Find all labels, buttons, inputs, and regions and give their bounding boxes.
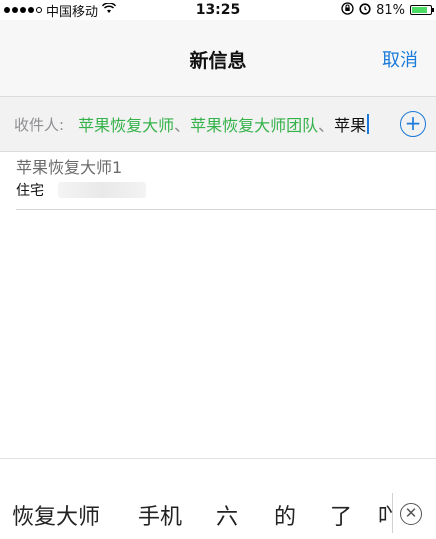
recipient-separator: 、 [318, 116, 335, 135]
nav-bar: 新信息 取消 [0, 20, 436, 96]
suggestion-divider [16, 209, 436, 210]
redacted-number [58, 182, 146, 198]
status-bar: 中国移动 13:25 81% [0, 0, 436, 20]
recipient-list[interactable]: 苹果恢复大师 、 苹果恢复大师团队 、 苹果 [78, 112, 370, 136]
cancel-button[interactable]: 取消 [382, 46, 418, 72]
suggestion-detail: 住宅 [16, 180, 436, 200]
recipient-field[interactable]: 收件人: 苹果恢复大师 、 苹果恢复大师团队 、 苹果 + [0, 96, 436, 152]
carrier-label: 中国移动 [46, 4, 99, 20]
candidate-word[interactable]: 手机 [138, 499, 182, 531]
alarm-icon [359, 2, 371, 19]
suggestion-name: 苹果恢复大师1 [16, 158, 123, 177]
recipient-separator: 、 [174, 116, 191, 135]
battery-icon [410, 5, 434, 15]
rotation-lock-icon [341, 1, 354, 19]
contact-suggestion[interactable]: 苹果恢复大师1 住宅 [16, 158, 436, 200]
signal-icon [4, 7, 42, 13]
clear-x-icon: ✕ [404, 504, 418, 522]
text-cursor [367, 114, 370, 134]
status-right: 81% [341, 0, 434, 20]
signal-dot [20, 7, 26, 13]
recipient-input-text[interactable]: 苹果 [334, 112, 366, 136]
recipient-token[interactable]: 苹果恢复大师 [78, 112, 174, 136]
signal-dot [12, 7, 18, 13]
wifi-icon [101, 1, 117, 18]
recipient-token[interactable]: 苹果恢复大师团队 [190, 112, 318, 136]
candidate-word[interactable]: 了 [330, 499, 352, 531]
clear-candidates-button[interactable]: ✕ [400, 503, 422, 525]
candidate-word[interactable]: 恢复大师 [12, 499, 100, 531]
candidate-divider [392, 493, 393, 533]
ime-candidate-bar: 恢复大师 手机 六 的 了 吖 ✕ [0, 458, 436, 539]
candidate-word[interactable]: 六 [216, 499, 238, 531]
status-left: 中国移动 [4, 1, 117, 20]
page-title: 新信息 [189, 50, 247, 72]
battery-percent: 81% [376, 2, 405, 18]
plus-circle-icon: + [404, 111, 422, 135]
suggestion-type: 住宅 [16, 183, 44, 199]
battery-level [412, 7, 427, 13]
candidate-word[interactable]: 吖 [378, 499, 392, 531]
signal-dot [28, 7, 34, 13]
signal-dot-empty [36, 7, 42, 13]
add-contact-button[interactable]: + [400, 111, 426, 137]
signal-dot [4, 7, 10, 13]
recipient-label: 收件人: [14, 115, 65, 134]
candidate-word[interactable]: 的 [274, 499, 296, 531]
new-message-screen: 中国移动 13:25 81% 新信息 取消 收件人: 苹果恢复大师 、 苹果恢复… [0, 0, 436, 539]
